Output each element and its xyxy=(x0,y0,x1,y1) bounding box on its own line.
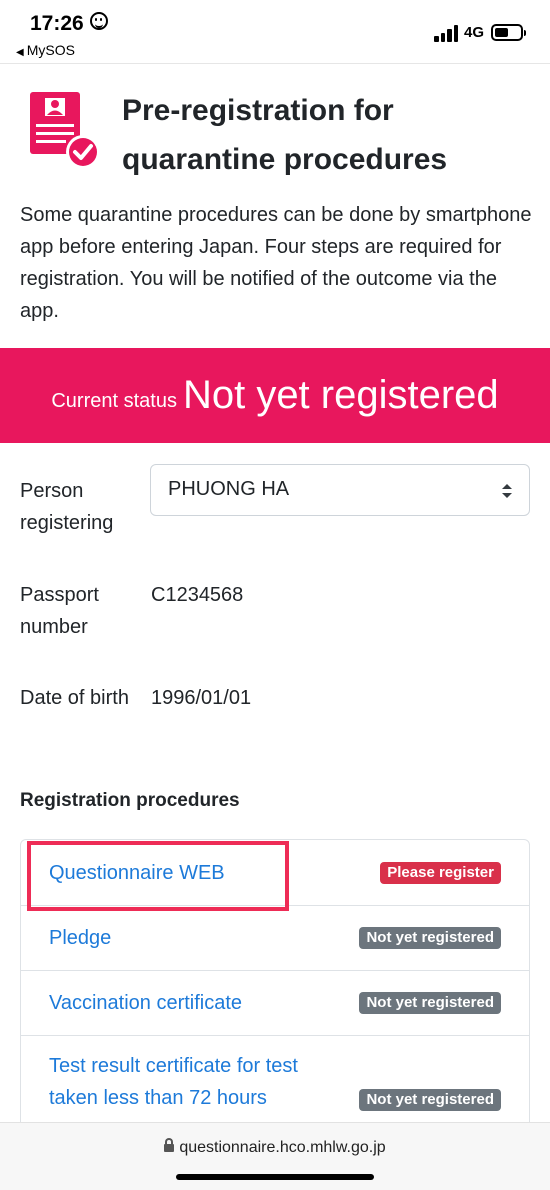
current-status-label: Current status xyxy=(51,390,177,412)
pledge-link[interactable]: Pledge xyxy=(49,922,111,954)
status-badge: Please register xyxy=(380,862,501,884)
network-type: 4G xyxy=(464,24,485,41)
url-text-wrap: questionnaire.hco.mhlw.go.jp xyxy=(0,1138,550,1157)
current-status-banner: Current status Not yet registered xyxy=(0,348,550,443)
back-app-label: MySOS xyxy=(26,42,75,58)
url-text: questionnaire.hco.mhlw.go.jp xyxy=(179,1139,386,1156)
vaccination-certificate-link[interactable]: Vaccination certificate xyxy=(49,987,242,1019)
date-of-birth-value: 1996/01/01 xyxy=(151,687,252,709)
status-time: 17:26 xyxy=(30,12,84,35)
passport-number-label: Passport number xyxy=(20,584,99,638)
lock-icon xyxy=(164,1138,175,1152)
select-arrows-icon xyxy=(502,484,512,498)
procedure-item-vaccination: Vaccination certificate Not yet register… xyxy=(21,971,529,1036)
passport-number-value: C1234568 xyxy=(151,584,244,606)
status-badge: Not yet registered xyxy=(359,1089,501,1111)
person-registering-select[interactable]: PHUONG HA xyxy=(150,464,530,516)
signal-bars-icon xyxy=(434,24,460,42)
home-indicator[interactable] xyxy=(176,1174,374,1180)
person-registering-value: PHUONG HA xyxy=(168,478,290,500)
battery-icon xyxy=(491,24,526,41)
date-of-birth-label: Date of birth xyxy=(20,687,129,709)
back-triangle-icon: ◀ xyxy=(16,47,24,58)
procedure-item-pledge: Pledge Not yet registered xyxy=(21,906,529,971)
person-registering-label: Person registering xyxy=(20,480,114,534)
current-status-value: Not yet registered xyxy=(182,373,499,417)
status-badge: Not yet registered xyxy=(359,927,501,949)
page-title: Pre-registration for quarantine procedur… xyxy=(122,94,448,176)
status-badge: Not yet registered xyxy=(359,992,501,1014)
intro-text: Some quarantine procedures can be done b… xyxy=(20,204,532,322)
registration-procedures-heading: Registration procedures xyxy=(20,790,240,811)
test-result-certificate-link[interactable]: Test result certificate for test taken l… xyxy=(49,1050,349,1114)
battery-level-fill xyxy=(495,28,508,37)
smiley-face-icon xyxy=(90,12,108,30)
highlight-box xyxy=(27,841,289,911)
ios-status-bar: 17:26 ◀ MySOS 4G xyxy=(0,0,550,64)
document-checkmark-icon xyxy=(30,92,100,169)
back-to-app-link[interactable]: ◀ MySOS xyxy=(16,42,75,58)
